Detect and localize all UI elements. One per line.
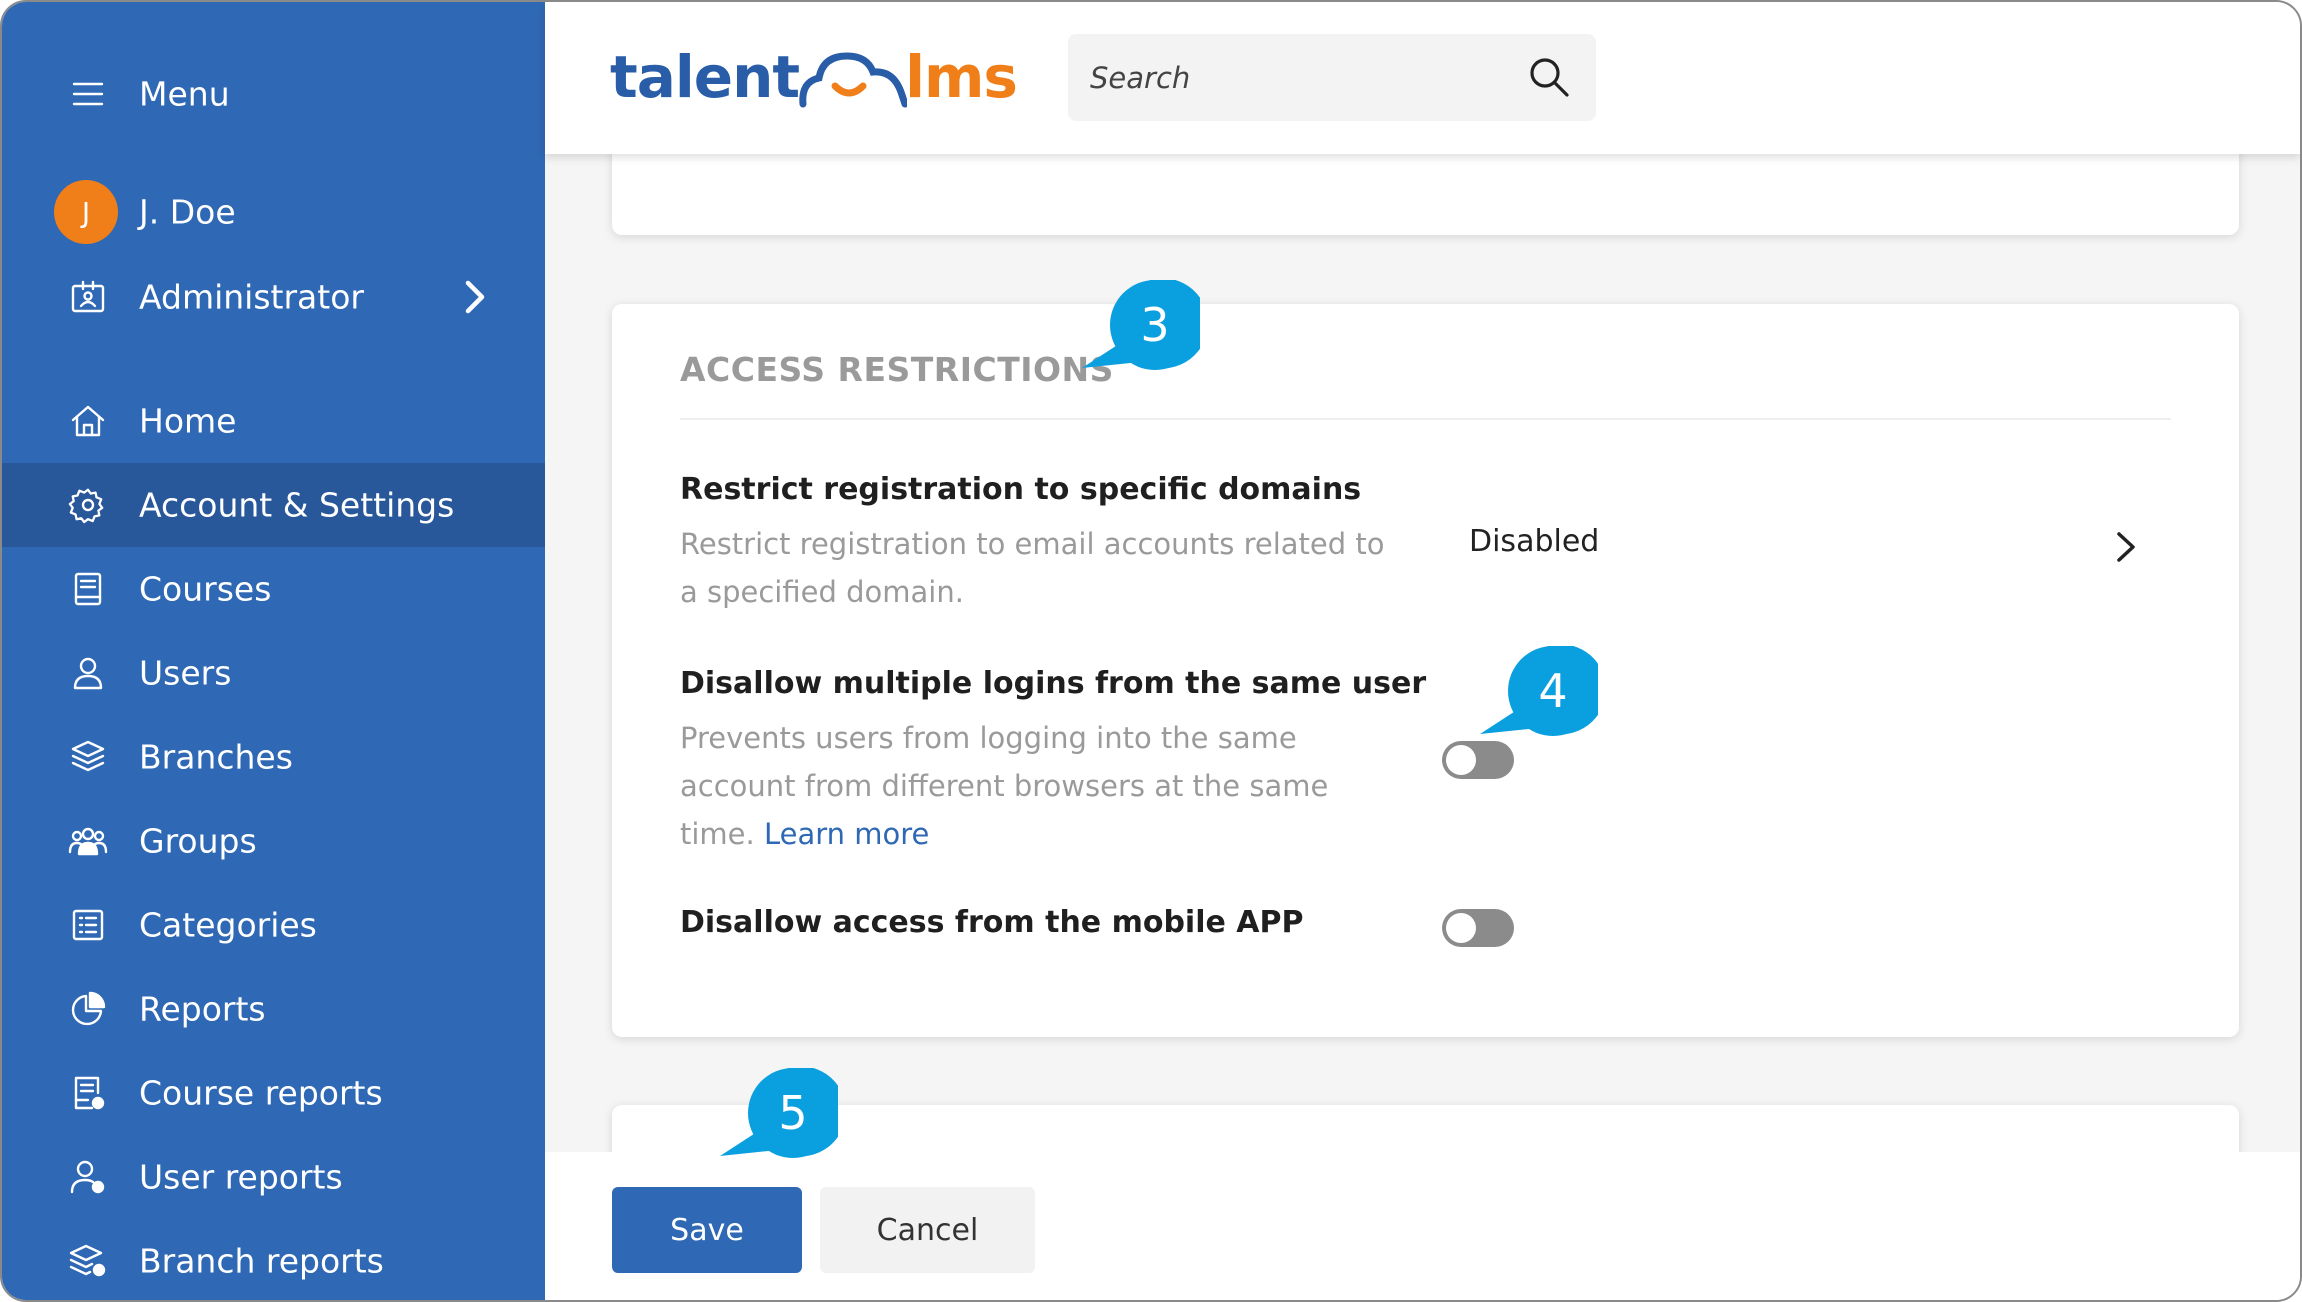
sidebar-item-label: Users <box>139 653 232 693</box>
cloud-smile-icon <box>799 52 908 108</box>
callout-marker-5: 5 <box>718 1066 846 1188</box>
setting-description: Prevents users from logging into the sam… <box>680 714 1400 858</box>
menu-label: Menu <box>139 74 230 114</box>
list-icon <box>66 903 110 947</box>
user-name: J. Doe <box>139 192 236 232</box>
sidebar-item-label: User reports <box>139 1157 343 1197</box>
sidebar-item-reports[interactable]: Reports <box>2 967 545 1051</box>
callout-number: 4 <box>1538 664 1568 718</box>
book-icon <box>66 567 110 611</box>
access-restrictions-card: ACCESS RESTRICTIONS Restrict registratio… <box>612 304 2239 1037</box>
hamburger-icon <box>66 72 110 116</box>
setting-title: Disallow access from the mobile APP <box>680 905 1304 940</box>
user-profile[interactable]: J J. Doe <box>2 170 545 254</box>
sidebar-item-user-reports[interactable]: User reports <box>2 1135 545 1219</box>
sidebar: Menu J J. Doe Administrator Home Account… <box>2 2 545 1300</box>
sidebar-item-courses[interactable]: Courses <box>2 547 545 631</box>
sidebar-item-label: Courses <box>139 569 272 609</box>
user-report-icon <box>66 1155 110 1199</box>
course-report-icon <box>66 1071 110 1115</box>
sidebar-item-users[interactable]: Users <box>2 631 545 715</box>
avatar: J <box>54 180 118 244</box>
sidebar-item-label: Categories <box>139 905 317 945</box>
mobile-app-toggle[interactable] <box>1442 909 1514 947</box>
role-label: Administrator <box>139 277 364 317</box>
sidebar-item-label: Account & Settings <box>139 485 455 525</box>
section-divider <box>680 418 2171 420</box>
toggle-knob <box>1446 745 1476 775</box>
search-box <box>1068 34 1596 121</box>
sidebar-item-branches[interactable]: Branches <box>2 715 545 799</box>
logo-text-lms: lms <box>905 43 1018 111</box>
chevron-right-icon <box>460 277 490 317</box>
learn-more-link[interactable]: Learn more <box>764 817 929 851</box>
cancel-button[interactable]: Cancel <box>820 1187 1035 1273</box>
menu-toggle[interactable]: Menu <box>2 52 545 136</box>
pie-chart-icon <box>66 987 110 1031</box>
setting-description: Restrict registration to email accounts … <box>680 527 1385 609</box>
callout-marker-4: 4 <box>1478 644 1606 766</box>
setting-value: Disabled <box>1469 524 1600 559</box>
sidebar-item-categories[interactable]: Categories <box>2 883 545 967</box>
callout-number: 5 <box>778 1086 808 1140</box>
sidebar-item-course-reports[interactable]: Course reports <box>2 1051 545 1135</box>
user-icon <box>66 651 110 695</box>
callout-number: 3 <box>1140 298 1170 352</box>
sidebar-item-label: Course reports <box>139 1073 383 1113</box>
save-button[interactable]: Save <box>612 1187 802 1273</box>
chevron-right-icon[interactable] <box>2114 530 2138 564</box>
sidebar-item-label: Branches <box>139 737 293 777</box>
layers-icon <box>66 735 110 779</box>
role-switcher[interactable]: Administrator <box>2 255 545 339</box>
search-input[interactable] <box>1068 34 1508 121</box>
talentlms-logo[interactable]: talent lms <box>610 32 1018 122</box>
section-title: ACCESS RESTRICTIONS <box>680 350 1114 389</box>
sidebar-item-label: Reports <box>139 989 266 1029</box>
group-icon <box>66 819 110 863</box>
gear-icon <box>66 483 110 527</box>
toggle-knob <box>1446 913 1476 943</box>
sidebar-item-label: Branch reports <box>139 1241 384 1281</box>
sidebar-item-account-settings[interactable]: Account & Settings <box>2 463 545 547</box>
search-icon[interactable] <box>1526 54 1572 100</box>
callout-marker-3: 3 <box>1080 278 1208 400</box>
setting-title: Restrict registration to specific domain… <box>680 472 1362 507</box>
sidebar-item-label: Home <box>139 401 237 441</box>
branch-report-icon <box>66 1239 110 1283</box>
home-icon <box>66 399 110 443</box>
setting-title: Disallow multiple logins from the same u… <box>680 666 1427 701</box>
sidebar-item-groups[interactable]: Groups <box>2 799 545 883</box>
id-badge-icon <box>66 275 110 319</box>
sidebar-item-branch-reports[interactable]: Branch reports <box>2 1219 545 1300</box>
logo-text-talent: talent <box>610 43 800 111</box>
top-header: talent lms <box>545 2 2300 154</box>
sidebar-item-label: Groups <box>139 821 257 861</box>
app-window: Menu J J. Doe Administrator Home Account… <box>0 0 2302 1302</box>
sidebar-item-home[interactable]: Home <box>2 379 545 463</box>
